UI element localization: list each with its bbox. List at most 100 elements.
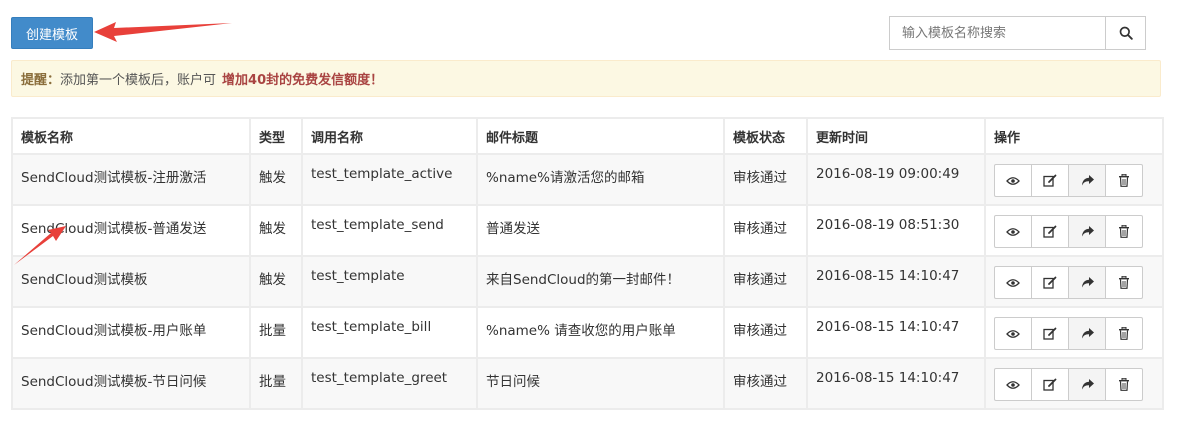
- mail-subject-cell: %name% 请查收您的用户账单: [476, 306, 725, 359]
- action-button-group: [994, 215, 1143, 248]
- eye-icon: [1006, 227, 1020, 237]
- edit-icon: [1043, 225, 1057, 238]
- eye-icon: [1006, 278, 1020, 288]
- mail-subject-cell: %name%请激活您的邮箱: [476, 153, 725, 206]
- status-cell: 审核通过: [723, 255, 808, 308]
- edit-icon: [1043, 378, 1057, 391]
- invoke-name-cell: test_template_send: [301, 204, 478, 257]
- header-mail-subject: 邮件标题: [476, 117, 725, 155]
- share-icon: [1081, 379, 1094, 390]
- share-button[interactable]: [1068, 368, 1106, 401]
- updated-time-cell: 2016-08-15 14:10:47: [806, 306, 986, 359]
- view-button[interactable]: [994, 164, 1032, 197]
- search-button[interactable]: [1105, 17, 1145, 49]
- view-button[interactable]: [994, 215, 1032, 248]
- status-cell: 审核通过: [723, 153, 808, 206]
- type-cell: 批量: [249, 357, 303, 410]
- actions-cell: [984, 357, 1164, 410]
- annotation-arrow-icon: [94, 22, 232, 42]
- type-cell: 触发: [249, 255, 303, 308]
- table-row: SendCloud测试模板-注册激活 触发 test_template_active…: [11, 153, 1164, 206]
- updated-time-cell: 2016-08-19 08:51:30: [806, 204, 986, 257]
- actions-cell: [984, 306, 1164, 359]
- edit-button[interactable]: [1031, 215, 1069, 248]
- table-row: SendCloud测试模板-节日问候 批量 test_template_greet 节…: [11, 357, 1164, 410]
- type-cell: 触发: [249, 204, 303, 257]
- table-header-row: 模板名称 类型 调用名称 邮件标题 模板状态 更新时间 操作: [11, 117, 1164, 155]
- delete-button[interactable]: [1105, 317, 1143, 350]
- header-type: 类型: [249, 117, 303, 155]
- share-icon: [1081, 175, 1094, 186]
- header-template-name: 模板名称: [11, 117, 251, 155]
- create-template-button[interactable]: 创建模板: [11, 17, 93, 49]
- actions-cell: [984, 153, 1164, 206]
- delete-button[interactable]: [1105, 368, 1143, 401]
- share-button[interactable]: [1068, 317, 1106, 350]
- action-button-group: [994, 317, 1143, 350]
- mail-subject-cell: 节日问候: [476, 357, 725, 410]
- trash-icon: [1118, 327, 1130, 340]
- share-button[interactable]: [1068, 266, 1106, 299]
- updated-time-cell: 2016-08-15 14:10:47: [806, 357, 986, 410]
- status-cell: 审核通过: [723, 306, 808, 359]
- eye-icon: [1006, 380, 1020, 390]
- edit-button[interactable]: [1031, 266, 1069, 299]
- actions-cell: [984, 255, 1164, 308]
- actions-cell: [984, 204, 1164, 257]
- delete-button[interactable]: [1105, 215, 1143, 248]
- search-input[interactable]: [890, 17, 1105, 49]
- edit-icon: [1043, 327, 1057, 340]
- edit-button[interactable]: [1031, 164, 1069, 197]
- search-icon: [1119, 26, 1133, 40]
- invoke-name-cell: test_template_greet: [301, 357, 478, 410]
- view-button[interactable]: [994, 317, 1032, 350]
- table-row: SendCloud测试模板-用户账单 批量 test_template_bill %n…: [11, 306, 1164, 359]
- type-cell: 触发: [249, 153, 303, 206]
- delete-button[interactable]: [1105, 266, 1143, 299]
- view-button[interactable]: [994, 266, 1032, 299]
- eye-icon: [1006, 329, 1020, 339]
- status-cell: 审核通过: [723, 204, 808, 257]
- share-icon: [1081, 226, 1094, 237]
- header-status: 模板状态: [723, 117, 808, 155]
- status-cell: 审核通过: [723, 357, 808, 410]
- template-name-cell: SendCloud测试模板-普通发送: [11, 204, 251, 257]
- alert-text: 添加第一个模板后，账户可: [60, 73, 217, 88]
- mail-subject-cell: 来自SendCloud的第一封邮件！: [476, 255, 725, 308]
- share-icon: [1081, 277, 1094, 288]
- template-name-cell: SendCloud测试模板-注册激活: [11, 153, 251, 206]
- alert-prefix: 提醒：: [21, 73, 61, 88]
- invoke-name-cell: test_template_active: [301, 153, 478, 206]
- action-button-group: [994, 368, 1143, 401]
- edit-icon: [1043, 276, 1057, 289]
- share-button[interactable]: [1068, 215, 1106, 248]
- updated-time-cell: 2016-08-19 09:00:49: [806, 153, 986, 206]
- updated-time-cell: 2016-08-15 14:10:47: [806, 255, 986, 308]
- eye-icon: [1006, 176, 1020, 186]
- header-invoke-name: 调用名称: [301, 117, 478, 155]
- template-table: 模板名称 类型 调用名称 邮件标题 模板状态 更新时间 操作 SendCloud…: [11, 117, 1164, 410]
- share-button[interactable]: [1068, 164, 1106, 197]
- delete-button[interactable]: [1105, 164, 1143, 197]
- invoke-name-cell: test_template: [301, 255, 478, 308]
- table-row: SendCloud测试模板-普通发送 触发 test_template_send 普通…: [11, 204, 1164, 257]
- edit-button[interactable]: [1031, 368, 1069, 401]
- template-name-cell: SendCloud测试模板-用户账单: [11, 306, 251, 359]
- reminder-alert: 提醒： 添加第一个模板后，账户可 增加40封的免费发信额度！: [11, 60, 1161, 97]
- search-box: [889, 16, 1146, 50]
- view-button[interactable]: [994, 368, 1032, 401]
- edit-icon: [1043, 174, 1057, 187]
- action-button-group: [994, 164, 1143, 197]
- trash-icon: [1118, 276, 1130, 289]
- template-name-cell: SendCloud测试模板: [11, 255, 251, 308]
- share-icon: [1081, 328, 1094, 339]
- trash-icon: [1118, 225, 1130, 238]
- alert-highlight: 增加40封的免费发信额度！: [222, 73, 384, 88]
- trash-icon: [1118, 378, 1130, 391]
- template-name-cell: SendCloud测试模板-节日问候: [11, 357, 251, 410]
- type-cell: 批量: [249, 306, 303, 359]
- edit-button[interactable]: [1031, 317, 1069, 350]
- table-row: SendCloud测试模板 触发 test_template 来自SendCloud的…: [11, 255, 1164, 308]
- header-updated-time: 更新时间: [806, 117, 986, 155]
- trash-icon: [1118, 174, 1130, 187]
